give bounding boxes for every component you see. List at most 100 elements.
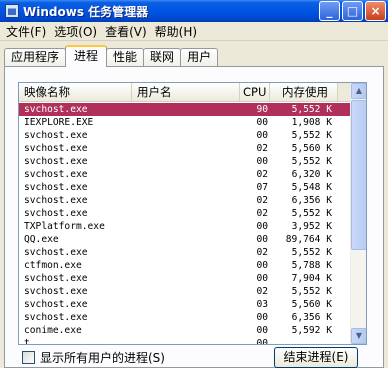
process-list-header: 映像名称 用户名 CPU 内存使用 [19,83,366,102]
table-row[interactable]: svchost.exe 90 5,552 K [19,103,350,116]
table-row[interactable]: svchost.exe 02 5,552 K [19,285,350,298]
process-memory: 5,552 K [291,156,332,167]
column-header-memory[interactable]: 内存使用 [270,83,338,101]
process-cpu: 00 [256,234,268,245]
process-rows: svchost.exe 90 5,552 K IEXPLORE.EXE 00 1,908 … [19,103,350,345]
process-cpu: 00 [256,273,268,284]
process-user-name [132,337,240,344]
table-row[interactable]: svchost.exe 02 6,356 K [19,194,350,207]
vertical-scrollbar[interactable]: ▲ ▼ [350,83,366,344]
table-row[interactable]: TXPlatform.exe 00 3,952 K [19,220,350,233]
process-cpu: 00 [256,260,268,271]
window-title: Windows 任务管理器 [23,4,149,19]
tab-users[interactable]: 用户 [180,48,219,67]
column-header-cpu[interactable]: CPU [240,83,270,101]
table-row[interactable]: conime.exe 00 5,592 K [19,324,350,337]
process-image-name: svchost.exe [24,208,88,219]
close-button[interactable]: × [365,1,386,21]
process-cpu: 00 [256,130,268,141]
process-image-name: ctfmon.exe [24,260,82,271]
table-row[interactable]: IEXPLORE.EXE 00 1,908 K [19,116,350,129]
process-user-name [132,207,240,220]
table-row[interactable]: ctfmon.exe 00 5,788 K [19,259,350,272]
process-memory: 6,356 K [291,312,332,323]
process-cpu: 02 [256,143,268,154]
show-all-users-option[interactable]: 显示所有用户的进程(S) [22,349,165,366]
process-image-name: svchost.exe [24,299,88,310]
process-user-name [132,129,240,142]
tab-networking[interactable]: 联网 [143,48,182,67]
process-cpu: 03 [256,299,268,310]
table-row[interactable]: svchost.exe 00 5,552 K [19,155,350,168]
process-memory: 5,548 K [291,182,332,193]
process-image-name: QQ.exe [24,234,59,245]
process-user-name [132,168,240,181]
process-cpu: 02 [256,169,268,180]
table-row[interactable]: svchost.exe 02 5,552 K [19,246,350,259]
table-row[interactable]: svchost.exe 02 6,320 K [19,168,350,181]
process-memory: 5,552 K [291,104,332,115]
table-row[interactable]: t... 00... [19,337,350,345]
window-controls: _ □ × [319,1,386,21]
process-memory: 89,764 K [285,234,332,245]
process-user-name [132,311,240,324]
table-row[interactable]: svchost.exe 00 7,904 K [19,272,350,285]
process-memory: 7,904 K [291,273,332,284]
tab-strip: 应用程序 进程 性能 联网 用户 [4,45,219,67]
menu-help[interactable]: 帮助(H) [151,23,201,40]
scroll-down-icon[interactable]: ▼ [351,328,366,344]
process-user-name [132,272,240,285]
process-user-name [132,194,240,207]
end-process-button[interactable]: 结束进程(E) [274,347,358,368]
process-image-name: svchost.exe [24,182,88,193]
table-row[interactable]: svchost.exe 00 6,356 K [19,311,350,324]
process-cpu: 90 [256,104,268,115]
minimize-button[interactable]: _ [319,1,340,21]
process-user-name [132,155,240,168]
task-manager-icon [5,4,19,18]
process-image-name: svchost.exe [24,312,88,323]
table-row[interactable]: svchost.exe 00 5,552 K [19,129,350,142]
process-cpu: 02 [256,286,268,297]
tab-processes[interactable]: 进程 [65,45,108,67]
process-image-name: t... [24,338,48,345]
show-all-users-checkbox[interactable] [22,351,35,364]
process-image-name: IEXPLORE.EXE [24,117,94,128]
process-image-name: svchost.exe [24,286,88,297]
process-user-name [132,220,240,233]
process-user-name [132,259,240,272]
tab-applications[interactable]: 应用程序 [4,48,67,67]
tab-performance[interactable]: 性能 [106,48,145,67]
process-cpu: 02 [256,208,268,219]
table-row[interactable]: svchost.exe 03 5,560 K [19,298,350,311]
menu-options[interactable]: 选项(O) [50,23,101,40]
process-image-name: conime.exe [24,325,82,336]
column-header-user-name[interactable]: 用户名 [132,83,240,101]
scroll-thumb[interactable] [351,100,366,250]
process-image-name: svchost.exe [24,104,88,115]
menu-file[interactable]: 文件(F) [2,23,50,40]
table-row[interactable]: svchost.exe 02 5,560 K [19,142,350,155]
process-image-name: svchost.exe [24,273,88,284]
process-memory: 3,952 K [291,221,332,232]
menu-view[interactable]: 查看(V) [101,23,151,40]
process-cpu: 00 [256,117,268,128]
table-row[interactable]: QQ.exe 00 89,764 K [19,233,350,246]
process-user-name [132,233,240,246]
process-list[interactable]: 映像名称 用户名 CPU 内存使用 svchost.exe 90 5,552 K IE… [18,82,367,345]
table-row[interactable]: svchost.exe 07 5,548 K [19,181,350,194]
scroll-up-icon[interactable]: ▲ [351,83,366,99]
menu-bar: 文件(F) 选项(O) 查看(V) 帮助(H) [0,22,388,41]
process-user-name [132,285,240,298]
process-cpu: 02 [256,247,268,258]
process-image-name: TXPlatform.exe [24,221,105,232]
maximize-button[interactable]: □ [342,1,363,21]
process-cpu: 00 [256,221,268,232]
column-header-image-name[interactable]: 映像名称 [19,83,132,101]
process-memory: 5,552 K [291,130,332,141]
process-memory: 1,908 K [291,117,332,128]
process-user-name [132,142,240,155]
process-memory: 5,788 K [291,260,332,271]
process-memory: 5,552 K [291,208,332,219]
table-row[interactable]: svchost.exe 02 5,552 K [19,207,350,220]
